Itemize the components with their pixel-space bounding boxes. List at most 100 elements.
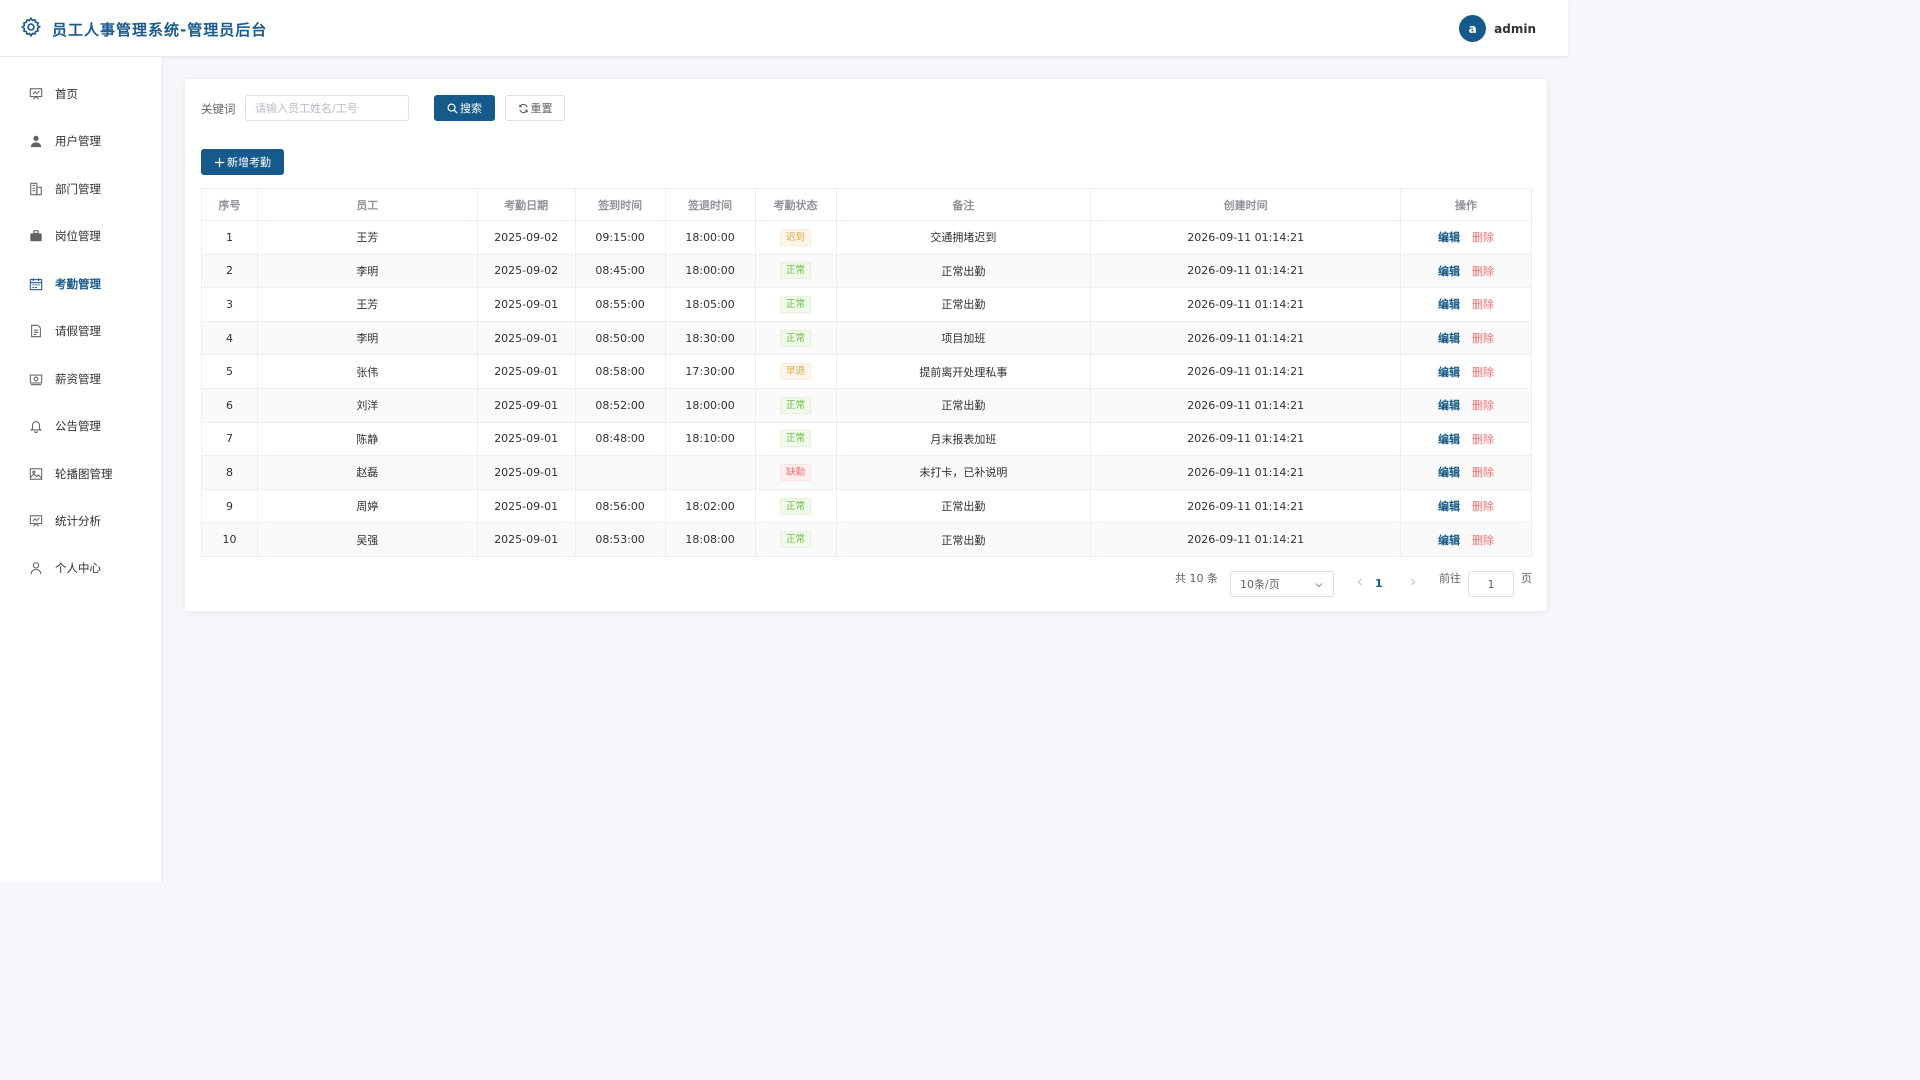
sidebar-item-label: 薪资管理 [55, 372, 101, 386]
cell-status: 正常 [754, 522, 837, 557]
delete-button[interactable]: 删除 [1472, 500, 1494, 513]
cell-no: 3 [201, 287, 258, 322]
delete-button[interactable]: 删除 [1472, 231, 1494, 244]
status-badge: 正常 [780, 295, 812, 313]
cell-created: 2026-09-11 01:14:21 [1090, 354, 1402, 389]
goto-page-input[interactable] [1468, 571, 1514, 597]
sidebar: 首页 用户管理 部门管理 岗位管理 考勤管理 请假管理 薪资管理 公告管理 轮播… [0, 57, 163, 882]
table-header-row: 序号 员工 考勤日期 签到时间 签退时间 考勤状态 备注 创建时间 操作 [201, 188, 1532, 221]
avatar[interactable]: a [1459, 15, 1487, 42]
edit-button[interactable]: 编辑 [1438, 332, 1460, 345]
delete-button[interactable]: 删除 [1472, 433, 1494, 446]
edit-button[interactable]: 编辑 [1438, 534, 1460, 547]
cell-no: 2 [201, 253, 258, 289]
username[interactable]: admin [1494, 22, 1536, 36]
reset-button[interactable]: 重置 [505, 95, 565, 121]
edit-button[interactable]: 编辑 [1438, 433, 1460, 446]
cell-no: 10 [201, 522, 258, 557]
status-badge: 迟到 [780, 228, 812, 246]
sidebar-item-announcements[interactable]: 公告管理 [0, 406, 162, 446]
cell-employee: 陈静 [256, 421, 478, 457]
cell-date: 2025-09-01 [476, 421, 576, 457]
delete-button[interactable]: 删除 [1472, 399, 1494, 412]
cell-employee: 刘洋 [256, 387, 478, 423]
delete-button[interactable]: 删除 [1472, 534, 1494, 547]
sidebar-item-profile[interactable]: 个人中心 [0, 548, 162, 588]
sidebar-item-statistics[interactable]: 统计分析 [0, 501, 162, 541]
table-row: 9 周婷 2025-09-01 08:56:00 18:02:00 正常 正常出勤 2026-… [201, 488, 1532, 524]
cell-note: 提前离开处理私事 [835, 354, 1092, 389]
page-size-select[interactable]: 10条/页 [1230, 571, 1334, 597]
keyword-input[interactable] [245, 95, 409, 121]
calendar-icon [29, 277, 43, 291]
sidebar-item-salary[interactable]: 薪资管理 [0, 359, 162, 399]
delete-button[interactable]: 删除 [1472, 332, 1494, 345]
column-header: 操作 [1400, 188, 1532, 221]
cell-date: 2025-09-02 [476, 220, 576, 255]
sidebar-item-carousel[interactable]: 轮播图管理 [0, 454, 162, 494]
bell-icon [29, 419, 43, 433]
status-badge: 正常 [780, 262, 812, 280]
cell-status: 正常 [754, 287, 837, 322]
cell-status: 早退 [754, 354, 837, 389]
table-row: 10 吴强 2025-09-01 08:53:00 18:08:00 正常 正常出勤 2026… [201, 522, 1532, 557]
sidebar-item-positions[interactable]: 岗位管理 [0, 216, 162, 256]
prev-page-icon[interactable] [1355, 577, 1365, 587]
table-row: 3 王芳 2025-09-01 08:55:00 18:05:00 正常 正常出勤 2026-… [201, 287, 1532, 322]
sidebar-item-home[interactable]: 首页 [0, 74, 162, 114]
gear-icon [20, 16, 42, 42]
edit-button[interactable]: 编辑 [1438, 466, 1460, 479]
delete-button[interactable]: 删除 [1472, 265, 1494, 278]
sidebar-item-attendance[interactable]: 考勤管理 [0, 264, 162, 304]
cell-checkout: 18:05:00 [664, 287, 756, 322]
cell-checkin: 08:55:00 [574, 287, 666, 322]
presentation-icon [29, 514, 43, 528]
user-menu[interactable]: a admin [1459, 15, 1536, 42]
status-badge: 正常 [780, 329, 812, 347]
cell-note: 月末报表加班 [835, 421, 1092, 457]
edit-button[interactable]: 编辑 [1438, 231, 1460, 244]
cell-status: 正常 [754, 488, 837, 524]
sidebar-item-label: 轮播图管理 [55, 467, 113, 481]
document-icon [29, 324, 43, 338]
table-row: 8 赵磊 2025-09-01 缺勤 未打卡，已补说明 2026-09-11 01:14:… [201, 455, 1532, 490]
money-icon [29, 372, 43, 386]
edit-button[interactable]: 编辑 [1438, 399, 1460, 412]
cell-no: 7 [201, 421, 258, 457]
delete-button[interactable]: 删除 [1472, 466, 1494, 479]
edit-button[interactable]: 编辑 [1438, 366, 1460, 379]
column-header: 员工 [256, 188, 478, 221]
sidebar-item-leave[interactable]: 请假管理 [0, 311, 162, 351]
cell-note: 正常出勤 [835, 287, 1092, 322]
edit-button[interactable]: 编辑 [1438, 298, 1460, 311]
edit-button[interactable]: 编辑 [1438, 500, 1460, 513]
table-body: 1 王芳 2025-09-02 09:15:00 18:00:00 迟到 交通拥堵迟到 202… [201, 220, 1532, 557]
cell-created: 2026-09-11 01:14:21 [1090, 387, 1402, 423]
cell-status: 正常 [754, 421, 837, 457]
cell-checkout: 18:00:00 [664, 220, 756, 255]
next-page-icon[interactable] [1408, 577, 1418, 587]
page-number-current[interactable]: 1 [1375, 577, 1383, 590]
delete-button[interactable]: 删除 [1472, 366, 1494, 379]
edit-button[interactable]: 编辑 [1438, 265, 1460, 278]
attendance-panel: 关键词 搜索 重置 新增考勤 序号 员工 考勤日期 签到时间 签退时间 考勤状态… [184, 78, 1548, 612]
cell-no: 9 [201, 488, 258, 524]
column-header: 考勤状态 [754, 188, 837, 221]
status-badge: 缺勤 [780, 463, 812, 481]
search-button[interactable]: 搜索 [434, 95, 495, 121]
sidebar-item-label: 用户管理 [55, 134, 101, 148]
cell-actions: 编辑 删除 [1400, 421, 1532, 457]
cell-actions: 编辑 删除 [1400, 220, 1532, 255]
table-row: 1 王芳 2025-09-02 09:15:00 18:00:00 迟到 交通拥堵迟到 202… [201, 220, 1532, 255]
delete-button[interactable]: 删除 [1472, 298, 1494, 311]
add-attendance-button[interactable]: 新增考勤 [201, 149, 284, 175]
briefcase-icon [29, 229, 43, 243]
sidebar-item-users[interactable]: 用户管理 [0, 121, 162, 161]
app-title: 员工人事管理系统-管理员后台 [52, 20, 268, 39]
cell-employee: 王芳 [256, 287, 478, 322]
cell-note: 正常出勤 [835, 522, 1092, 557]
cell-actions: 编辑 删除 [1400, 522, 1532, 557]
sidebar-item-departments[interactable]: 部门管理 [0, 169, 162, 209]
cell-actions: 编辑 删除 [1400, 455, 1532, 490]
column-header: 备注 [835, 188, 1092, 221]
